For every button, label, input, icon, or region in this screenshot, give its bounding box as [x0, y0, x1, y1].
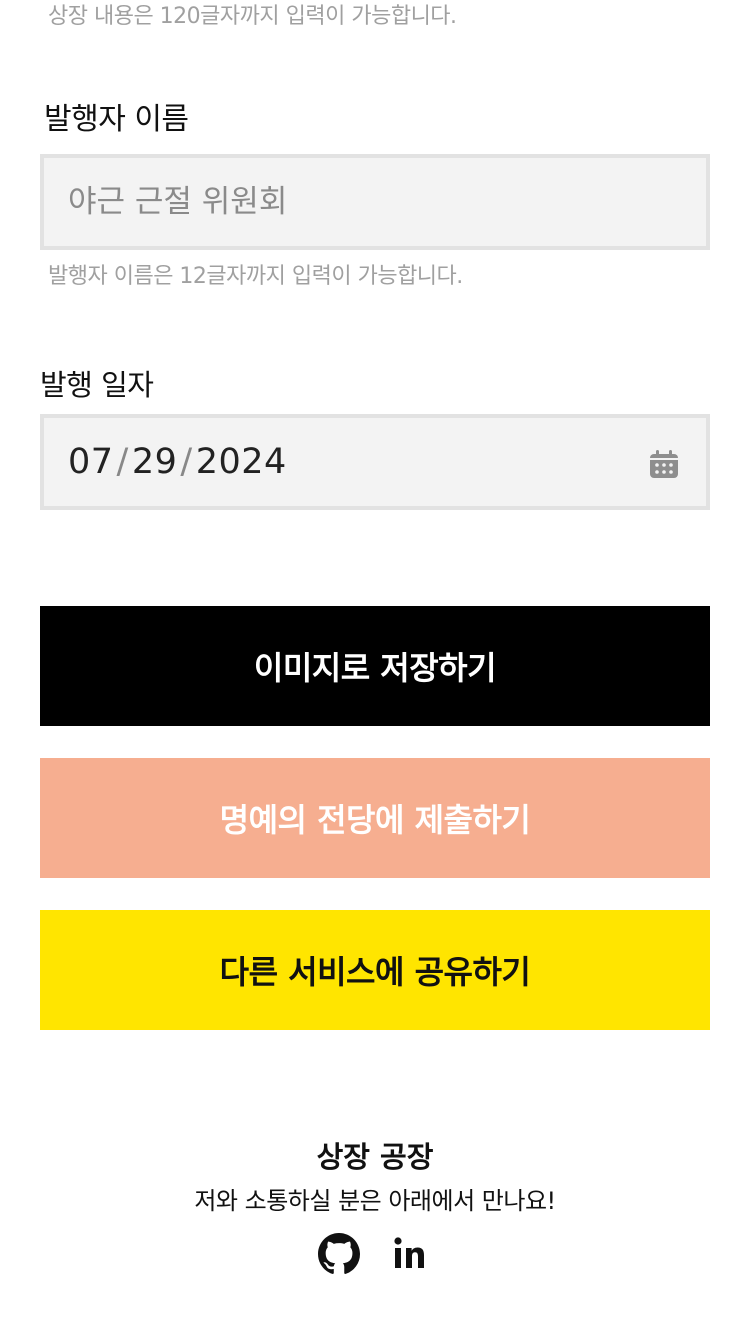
date-year[interactable]: 2024 [196, 442, 287, 482]
date-month[interactable]: 07 [68, 442, 114, 482]
date-separator: / [116, 442, 129, 482]
date-label: 발행 일자 [40, 368, 154, 402]
date-day[interactable]: 29 [132, 442, 178, 482]
submit-hall-of-fame-button[interactable]: 명예의 전당에 제출하기 [40, 758, 710, 878]
footer-subtitle: 저와 소통하실 분은 아래에서 만나요! [194, 1187, 556, 1215]
issuer-input[interactable] [68, 184, 628, 220]
github-icon[interactable] [317, 1232, 361, 1276]
issuer-label: 발행자 이름 [44, 102, 189, 137]
content-hint: 상장 내용은 120글자까지 입력이 가능합니다. [48, 4, 457, 29]
issuer-field[interactable] [40, 154, 710, 250]
date-value[interactable]: 07/29/2024 [68, 442, 287, 482]
calendar-icon[interactable] [648, 448, 680, 480]
date-separator: / [180, 442, 193, 482]
share-button[interactable]: 다른 서비스에 공유하기 [40, 910, 710, 1030]
footer-title: 상장 공장 [316, 1140, 434, 1174]
linkedin-icon[interactable] [389, 1232, 433, 1276]
save-image-button[interactable]: 이미지로 저장하기 [40, 606, 710, 726]
issuer-hint: 발행자 이름은 12글자까지 입력이 가능합니다. [48, 264, 463, 289]
date-field[interactable]: 07/29/2024 [40, 414, 710, 510]
